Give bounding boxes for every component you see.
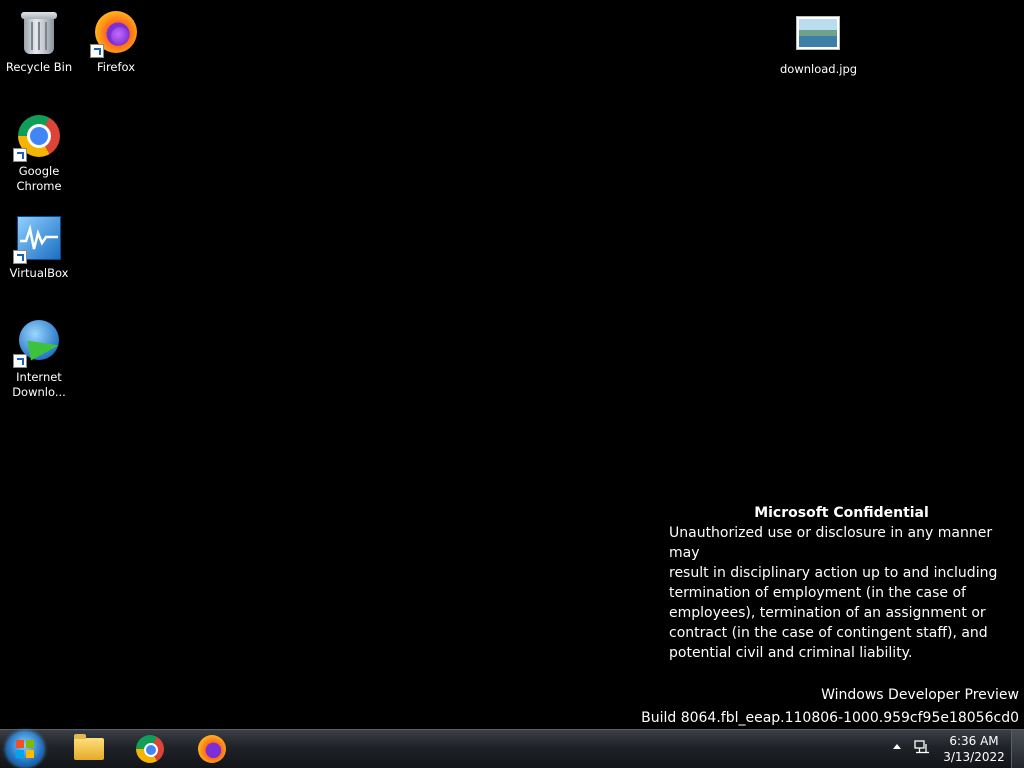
confidential-title: Microsoft Confidential bbox=[754, 505, 929, 521]
desktop-icon-google-chrome[interactable]: Google Chrome bbox=[1, 112, 77, 194]
taskbar: 6:36 AM 3/13/2022 bbox=[0, 729, 1024, 768]
chrome-icon bbox=[136, 735, 164, 763]
desktop-icon-internet-download-manager[interactable]: Internet Downlo... bbox=[1, 318, 77, 400]
clock-date: 3/13/2022 bbox=[943, 750, 1005, 764]
desktop-icon-firefox[interactable]: Firefox bbox=[78, 8, 154, 75]
firefox-icon bbox=[90, 8, 140, 58]
desktop: Recycle Bin Firefox Google Chrome Virtua… bbox=[0, 0, 1024, 729]
chrome-icon bbox=[13, 112, 63, 162]
confidential-line: employees), termination of an assignment… bbox=[669, 605, 986, 621]
show-desktop-button[interactable] bbox=[1011, 730, 1024, 768]
desktop-icon-label: VirtualBox bbox=[9, 266, 69, 280]
shortcut-arrow-icon bbox=[90, 44, 104, 58]
windows-start-icon bbox=[16, 740, 34, 758]
taskbar-firefox-button[interactable] bbox=[188, 732, 238, 766]
clock-time: 6:36 AM bbox=[949, 734, 999, 748]
firefox-icon bbox=[198, 735, 226, 763]
confidential-line: Unauthorized use or disclosure in any ma… bbox=[669, 525, 993, 561]
desktop-icon-recycle-bin[interactable]: Recycle Bin bbox=[1, 8, 77, 75]
desktop-icon-label: Google Chrome bbox=[16, 164, 62, 193]
file-explorer-icon bbox=[74, 734, 104, 760]
build-watermark: Windows Developer Preview Build 8064.fbl… bbox=[641, 684, 1019, 730]
confidential-notice: Microsoft Confidential Unauthorized use … bbox=[669, 503, 1014, 663]
desktop-icon-label: Recycle Bin bbox=[5, 60, 73, 74]
desktop-icon-label: Internet Downlo... bbox=[12, 370, 66, 399]
confidential-line: contract (in the case of contingent staf… bbox=[669, 625, 988, 641]
shortcut-arrow-icon bbox=[13, 148, 27, 162]
taskbar-file-explorer-button[interactable] bbox=[64, 732, 114, 766]
image-file-icon bbox=[794, 10, 842, 58]
desktop-icon-label: Firefox bbox=[96, 60, 136, 74]
confidential-line: result in disciplinary action up to and … bbox=[669, 565, 998, 581]
taskbar-chrome-button[interactable] bbox=[126, 732, 176, 766]
desktop-icon-virtualbox[interactable]: VirtualBox bbox=[1, 214, 77, 281]
shortcut-arrow-icon bbox=[13, 354, 27, 368]
shortcut-arrow-icon bbox=[13, 250, 27, 264]
start-button[interactable] bbox=[6, 731, 44, 767]
recycle-bin-icon bbox=[15, 8, 63, 56]
internet-download-manager-icon bbox=[13, 318, 63, 368]
confidential-line: termination of employment (in the case o… bbox=[669, 585, 966, 601]
build-text: Build 8064.fbl_eeap.110806-1000.959cf95e… bbox=[641, 710, 1019, 726]
show-hidden-icons-chevron-up-icon[interactable] bbox=[893, 744, 901, 749]
network-icon[interactable] bbox=[914, 740, 930, 754]
desktop-icon-label: download.jpg bbox=[780, 62, 858, 76]
confidential-line: potential civil and criminal liability. bbox=[669, 645, 913, 661]
edition-text: Windows Developer Preview bbox=[821, 687, 1019, 703]
system-clock[interactable]: 6:36 AM 3/13/2022 bbox=[938, 733, 1010, 765]
desktop-icon-download-jpg[interactable]: download.jpg bbox=[780, 10, 858, 77]
virtualbox-icon bbox=[13, 214, 63, 264]
